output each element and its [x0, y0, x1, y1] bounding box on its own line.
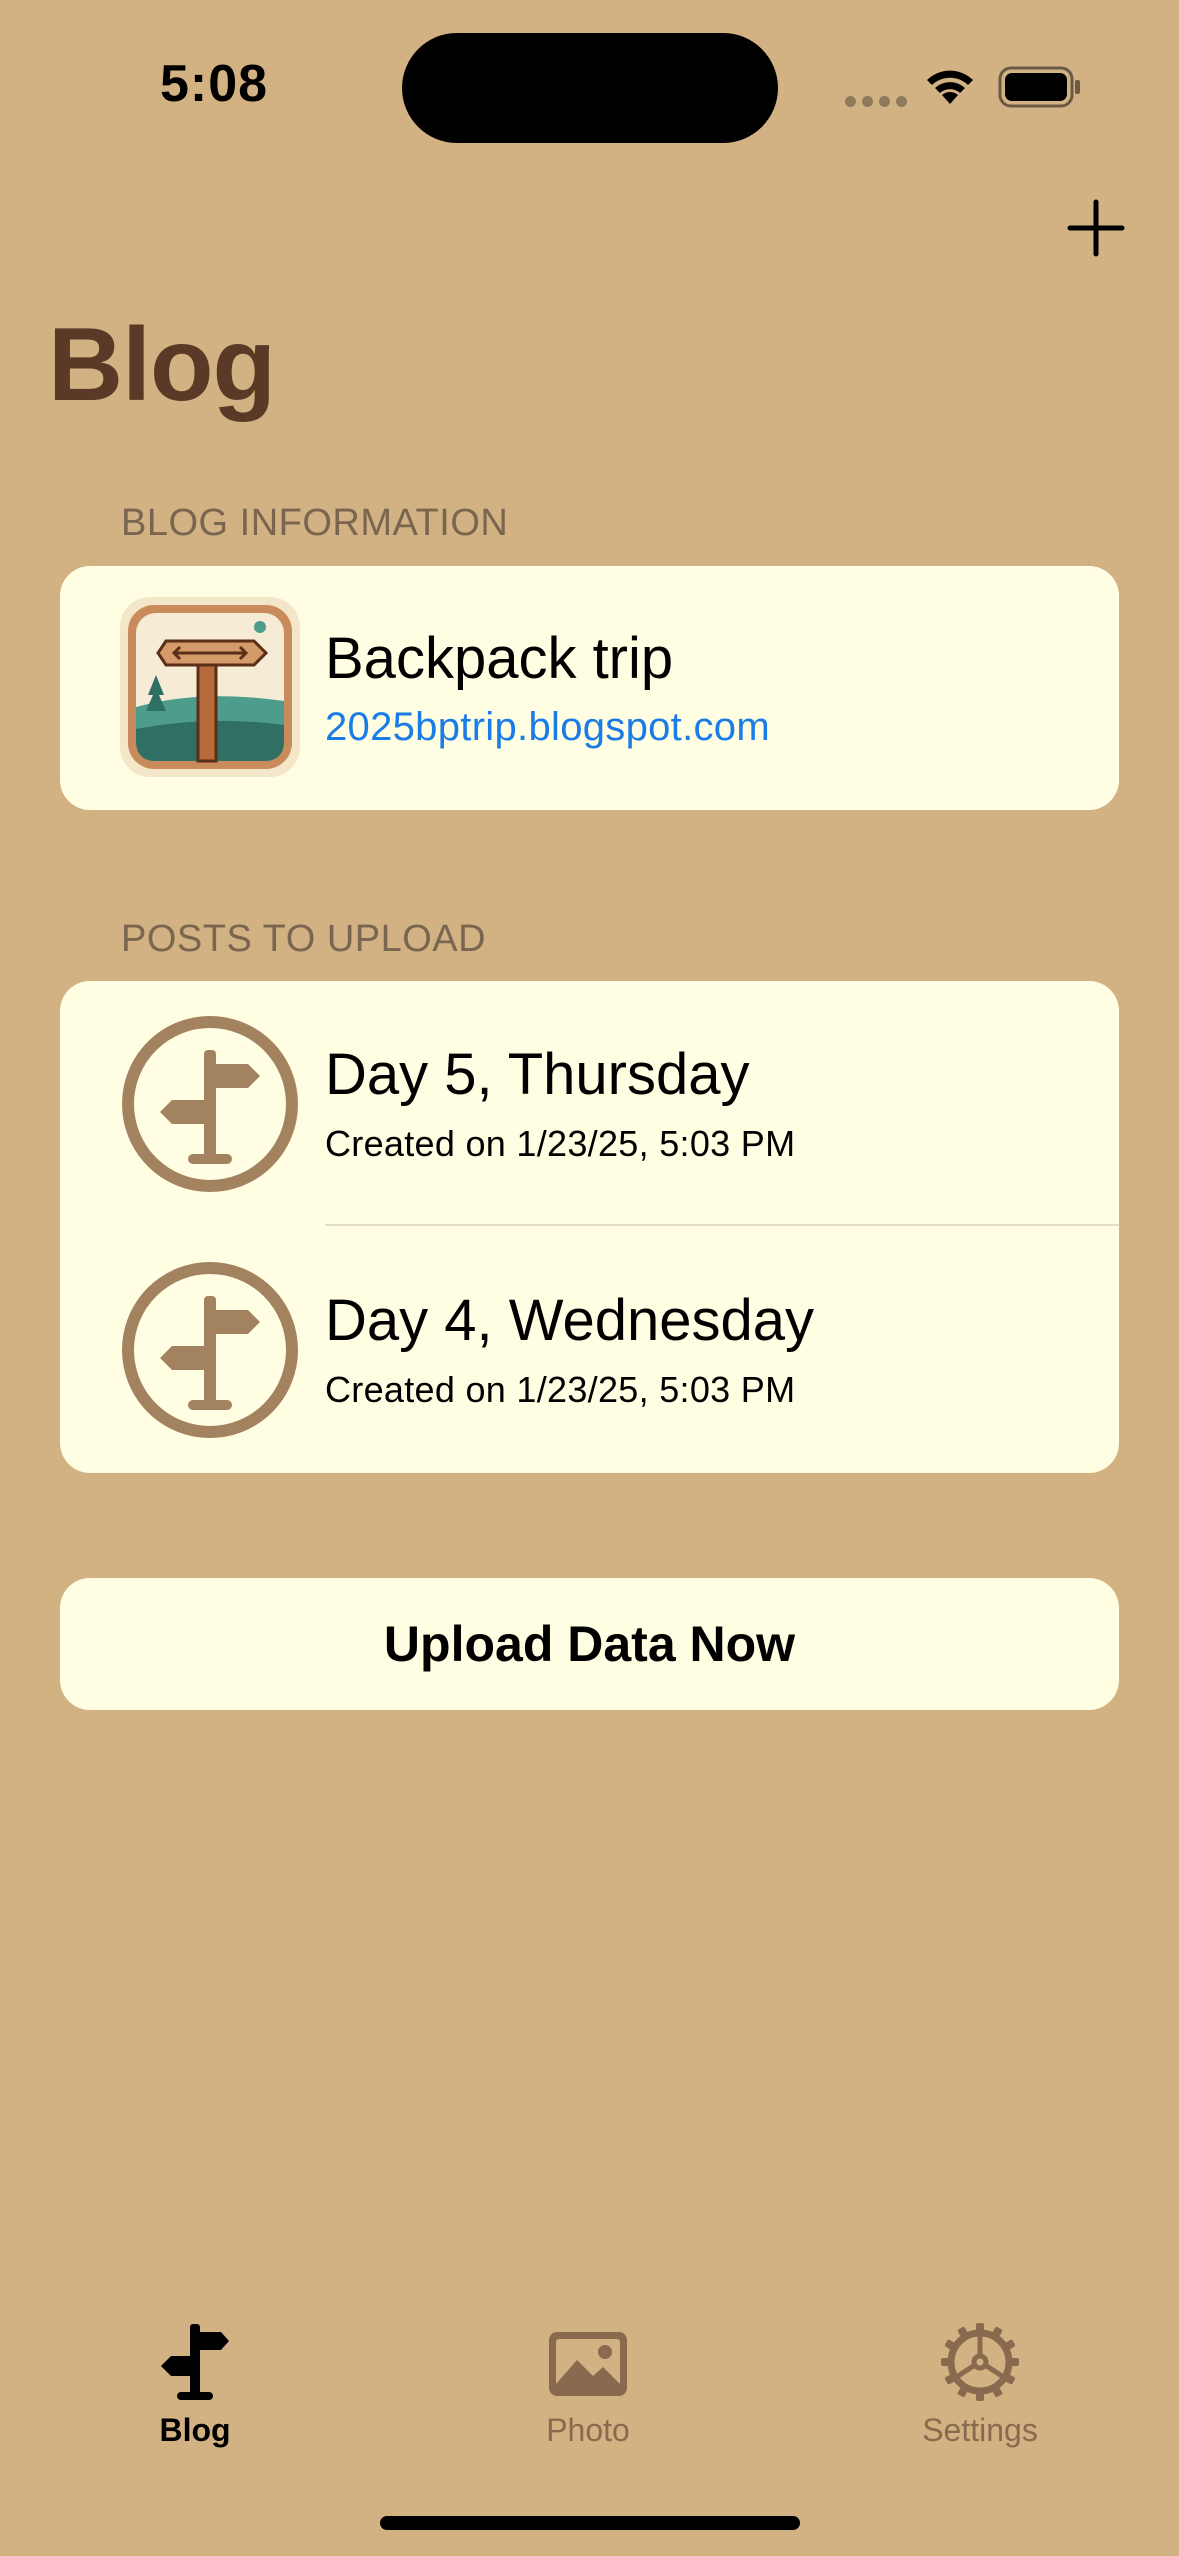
tab-settings[interactable]: Settings [870, 2322, 1090, 2449]
gear-icon [941, 2323, 1019, 2401]
signpost-icon [161, 2324, 229, 2400]
add-post-button[interactable] [1060, 192, 1132, 264]
post-row-day-5[interactable]: Day 5, Thursday Created on 1/23/25, 5:03… [60, 981, 1119, 1226]
tab-label: Blog [159, 2412, 231, 2448]
dynamic-island [402, 33, 778, 143]
photo-icon [549, 2332, 627, 2396]
blog-name: Backpack trip [325, 626, 674, 691]
status-time: 5:08 [160, 55, 269, 113]
section-label-posts: POSTS TO UPLOAD [121, 918, 487, 960]
upload-data-now-button[interactable]: Upload Data Now [60, 1578, 1119, 1710]
battery-icon [998, 66, 1080, 108]
tab-blog[interactable]: Blog [85, 2322, 305, 2449]
tab-label: Settings [922, 2412, 1038, 2448]
post-title: Day 5, Thursday [325, 1042, 750, 1107]
tab-label: Photo [546, 2412, 630, 2448]
page-title: Blog [48, 307, 276, 423]
row-divider [325, 1224, 1119, 1226]
post-row-day-4[interactable]: Day 4, Wednesday Created on 1/23/25, 5:0… [60, 1227, 1119, 1472]
post-created-date: Created on 1/23/25, 5:03 PM [325, 1123, 796, 1164]
blog-url-link[interactable]: 2025bptrip.blogspot.com [325, 705, 770, 750]
section-label-blog-information: BLOG INFORMATION [121, 502, 509, 544]
post-title: Day 4, Wednesday [325, 1288, 814, 1353]
wifi-icon [927, 70, 973, 104]
blog-app-icon [120, 597, 300, 777]
home-indicator[interactable] [380, 2516, 800, 2530]
tab-photo[interactable]: Photo [478, 2322, 698, 2449]
signpost-icon [122, 1262, 298, 1438]
signpost-icon [122, 1016, 298, 1192]
post-created-date: Created on 1/23/25, 5:03 PM [325, 1369, 796, 1410]
cellular-signal-icon [845, 96, 907, 107]
